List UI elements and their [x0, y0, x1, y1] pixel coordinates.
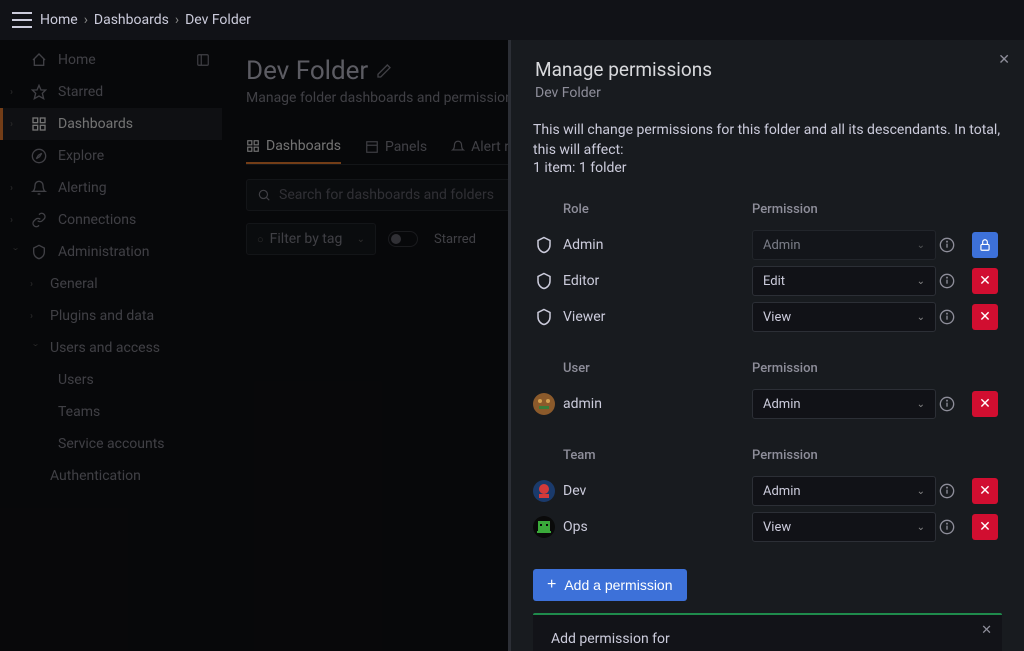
remove-button[interactable]: ✕ [972, 391, 998, 417]
info-icon[interactable] [936, 234, 958, 256]
sidebar-item-teams[interactable]: Teams [0, 396, 222, 428]
sidebar-item-plugins[interactable]: ›Plugins and data [0, 300, 222, 332]
perm-row-role-editor: Editor Edit⌄ ✕ [533, 263, 1002, 299]
bell-icon [30, 179, 48, 197]
chevron-right-icon: › [175, 12, 179, 28]
panel-icon [365, 140, 379, 154]
sidebar-item-service-accounts[interactable]: Service accounts [0, 428, 222, 460]
perm-row-team-ops: Ops View⌄ ✕ [533, 509, 1002, 545]
info-icon[interactable] [936, 480, 958, 502]
sidebar-item-users-access[interactable]: ›Users and access [0, 332, 222, 364]
close-button[interactable]: ✕ [998, 52, 1010, 68]
avatar [533, 480, 555, 502]
shield-icon [533, 234, 555, 256]
home-icon [30, 51, 48, 69]
sidebar: Home › Starred › Dashboards Explore › [0, 40, 222, 651]
close-button[interactable]: ✕ [981, 623, 992, 638]
filter-by-tag[interactable]: ○Filter by tag ⌄ [246, 223, 376, 255]
add-permission-title: Add permission for [551, 631, 984, 647]
plus-icon: + [547, 577, 556, 593]
sidebar-item-dashboards[interactable]: › Dashboards [0, 108, 222, 140]
breadcrumb: Home › Dashboards › Dev Folder [40, 12, 251, 28]
starred-label: Starred [434, 232, 476, 247]
permission-select[interactable]: View⌄ [752, 302, 936, 332]
users-section: User Permission admin Admin⌄ ✕ [533, 361, 1002, 422]
info-icon[interactable] [936, 270, 958, 292]
info-icon[interactable] [936, 393, 958, 415]
remove-button[interactable]: ✕ [972, 478, 998, 504]
remove-button[interactable]: ✕ [972, 268, 998, 294]
shield-icon [533, 306, 555, 328]
topbar: Home › Dashboards › Dev Folder [0, 0, 1024, 40]
starred-toggle[interactable] [388, 231, 418, 247]
roles-section: Role Permission Admin Admin⌄ Editor [533, 202, 1002, 335]
permission-select[interactable]: Admin⌄ [752, 476, 936, 506]
drawer-title: Manage permissions [535, 58, 1000, 81]
shield-icon [533, 270, 555, 292]
tab-dashboards[interactable]: Dashboards [246, 130, 341, 164]
perm-row-role-admin: Admin Admin⌄ [533, 227, 1002, 263]
star-icon [30, 83, 48, 101]
drawer-subtitle: Dev Folder [535, 85, 1000, 101]
add-permission-button[interactable]: + Add a permission [533, 569, 687, 601]
chevron-right-icon: › [84, 12, 88, 28]
breadcrumb-dashboards[interactable]: Dashboards [94, 12, 169, 28]
remove-button[interactable]: ✕ [972, 304, 998, 330]
perm-row-team-dev: Dev Admin⌄ ✕ [533, 473, 1002, 509]
col-user: User [563, 361, 752, 376]
compass-icon [30, 147, 48, 165]
chevron-down-icon: ⌄ [357, 234, 365, 245]
permissions-drawer: Manage permissions Dev Folder ✕ This wil… [508, 40, 1024, 651]
sidebar-item-alerting[interactable]: › Alerting [0, 172, 222, 204]
avatar [533, 393, 555, 415]
bell-icon [451, 140, 465, 154]
lock-button [972, 232, 998, 258]
info-icon[interactable] [936, 516, 958, 538]
info-icon[interactable] [936, 306, 958, 328]
breadcrumb-current: Dev Folder [185, 12, 251, 28]
tab-panels[interactable]: Panels [365, 130, 427, 164]
add-permission-panel: ✕ Add permission for Team⌄ Dev⌄ View⌄ Sa… [533, 613, 1002, 651]
sidebar-item-authentication[interactable]: Authentication [0, 460, 222, 492]
col-team: Team [563, 448, 752, 463]
sidebar-item-explore[interactable]: Explore [0, 140, 222, 172]
teams-section: Team Permission Dev Admin⌄ ✕ Ops [533, 448, 1002, 545]
col-role: Role [563, 202, 752, 217]
menu-toggle-button[interactable] [12, 12, 32, 28]
sidebar-item-connections[interactable]: › Connections [0, 204, 222, 236]
warning-count: 1 item: 1 folder [533, 160, 1002, 176]
shield-icon [30, 243, 48, 261]
warning-text: This will change permissions for this fo… [533, 121, 1002, 160]
permission-select: Admin⌄ [752, 230, 936, 260]
dashboard-icon [30, 115, 48, 133]
search-icon [257, 188, 271, 202]
edit-icon[interactable] [376, 63, 392, 79]
col-permission: Permission [752, 202, 936, 217]
sidebar-item-home[interactable]: Home [0, 44, 222, 76]
permission-select[interactable]: View⌄ [752, 512, 936, 542]
sidebar-item-general[interactable]: ›General [0, 268, 222, 300]
panel-icon [194, 51, 212, 69]
link-icon [30, 211, 48, 229]
breadcrumb-home[interactable]: Home [40, 12, 78, 28]
avatar [533, 516, 555, 538]
perm-row-user-admin: admin Admin⌄ ✕ [533, 386, 1002, 422]
col-permission: Permission [752, 361, 936, 376]
sidebar-item-starred[interactable]: › Starred [0, 76, 222, 108]
perm-row-role-viewer: Viewer View⌄ ✕ [533, 299, 1002, 335]
sidebar-item-administration[interactable]: › Administration [0, 236, 222, 268]
permission-select[interactable]: Edit⌄ [752, 266, 936, 296]
col-permission: Permission [752, 448, 936, 463]
permission-select[interactable]: Admin⌄ [752, 389, 936, 419]
dashboard-icon [246, 139, 260, 153]
sidebar-item-users[interactable]: Users [0, 364, 222, 396]
remove-button[interactable]: ✕ [972, 514, 998, 540]
